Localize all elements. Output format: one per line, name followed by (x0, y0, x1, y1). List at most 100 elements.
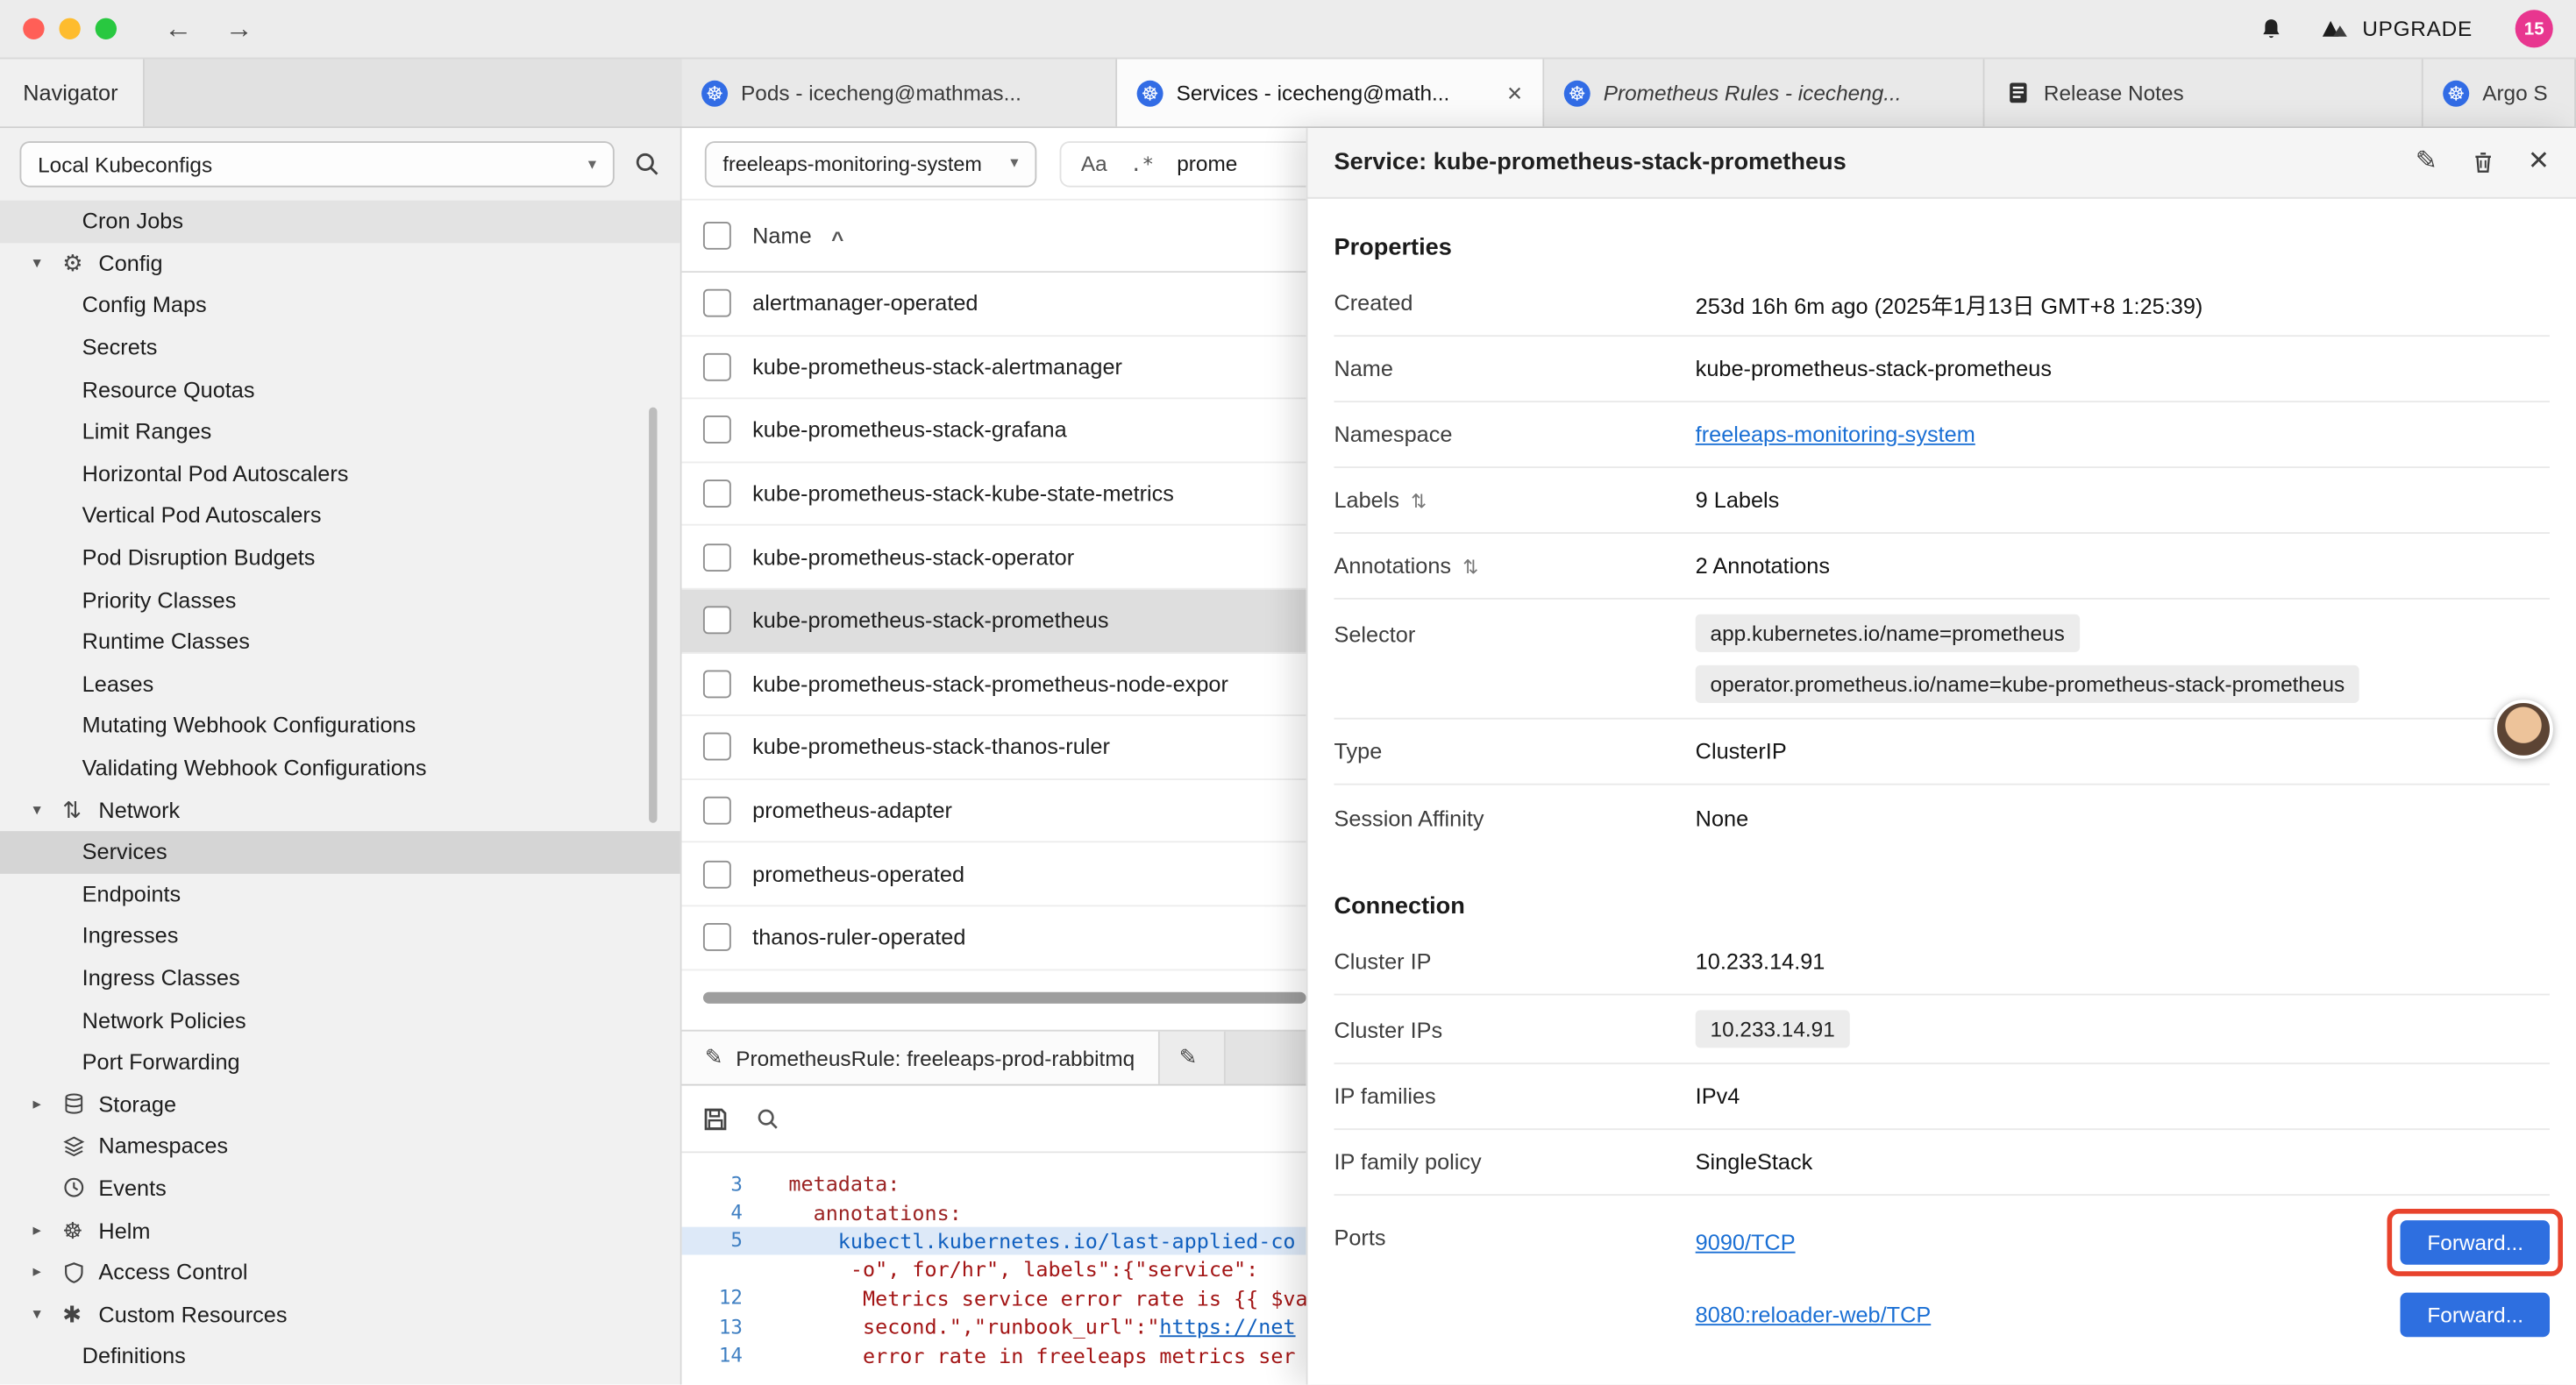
nav-item-port-forwarding[interactable]: Port Forwarding (0, 1041, 680, 1083)
tab-argo-s[interactable]: ☸Argo S (2423, 59, 2576, 126)
row-checkbox[interactable] (703, 734, 731, 762)
delete-trash-icon[interactable] (2470, 150, 2494, 176)
nav-item-config-maps[interactable]: Config Maps (0, 285, 680, 327)
nav-item-network-policies[interactable]: Network Policies (0, 999, 680, 1041)
row-checkbox[interactable] (703, 543, 731, 572)
nav-item-limit-ranges[interactable]: Limit Ranges (0, 410, 680, 452)
notification-count-badge[interactable]: 15 (2516, 10, 2553, 47)
window-zoom-button[interactable] (96, 18, 117, 39)
notifications-bell-icon[interactable] (2259, 16, 2283, 42)
code-text: Metrics service error rate is {{ $va (788, 1286, 1307, 1310)
nav-item-mutating-webhook-configurations[interactable]: Mutating Webhook Configurations (0, 705, 680, 747)
row-checkbox[interactable] (703, 607, 731, 635)
nav-item-config[interactable]: ▾⚙Config (0, 243, 680, 285)
chevron-right-icon: ▸ (32, 1263, 62, 1282)
row-checkbox[interactable] (703, 923, 731, 951)
regex-toggle[interactable]: .* (1130, 152, 1154, 174)
match-case-toggle[interactable]: Aa (1081, 151, 1107, 175)
nav-item-leases[interactable]: Leases (0, 663, 680, 705)
horizontal-scrollbar-thumb[interactable] (703, 992, 1306, 1004)
kubernetes-icon: ☸ (2443, 80, 2469, 106)
nav-item-label: Access Control (98, 1260, 247, 1284)
row-checkbox[interactable] (703, 416, 731, 444)
detail-text: ClusterIP (1696, 739, 1787, 764)
nav-item-pod-disruption-budgets[interactable]: Pod Disruption Budgets (0, 536, 680, 579)
navigator-search-button[interactable] (634, 151, 660, 177)
nav-item-runtime-classes[interactable]: Runtime Classes (0, 621, 680, 663)
nav-item-ingresses[interactable]: Ingresses (0, 915, 680, 957)
nav-item-namespaces[interactable]: Namespaces (0, 1126, 680, 1168)
chevron-right-icon: ▸ (32, 1221, 62, 1239)
port-link[interactable]: 9090/TCP (1696, 1229, 1796, 1254)
nav-item-priority-classes[interactable]: Priority Classes (0, 579, 680, 621)
nav-item-validating-webhook-configurations[interactable]: Validating Webhook Configurations (0, 747, 680, 789)
row-checkbox[interactable] (703, 670, 731, 698)
detail-row-selector: Selectorapp.kubernetes.io/name=prometheu… (1334, 600, 2550, 720)
nav-item-resource-quotas[interactable]: Resource Quotas (0, 368, 680, 410)
detail-value: 2 Annotations (1696, 553, 2550, 578)
nav-item-access-control[interactable]: ▸ Access Control (0, 1251, 680, 1293)
row-checkbox[interactable] (703, 353, 731, 381)
nav-item-helm[interactable]: ▸☸Helm (0, 1210, 680, 1252)
nav-item-events[interactable]: Events (0, 1168, 680, 1210)
save-button[interactable] (701, 1104, 729, 1133)
sort-icon[interactable]: ⇅ (1411, 488, 1427, 511)
close-tab-icon[interactable]: ✕ (1506, 82, 1523, 104)
nav-item-cron-jobs[interactable]: Cron Jobs (0, 201, 680, 243)
tab-prometheus-rules-icecheng[interactable]: ☸Prometheus Rules - icecheng... (1544, 59, 1984, 126)
forward-button[interactable]: Forward... (2401, 1219, 2550, 1264)
editor-tab-next[interactable]: ✎ (1159, 1032, 1225, 1084)
detail-text: 10.233.14.91 (1696, 949, 1825, 974)
forward-button[interactable]: Forward... (2401, 1292, 2550, 1337)
name-column-header[interactable]: Name (752, 224, 811, 248)
navigator-panel-tab[interactable]: Navigator (0, 59, 145, 126)
namespace-select-value: freeleaps-monitoring-system (722, 152, 981, 174)
back-button[interactable]: ← (164, 15, 192, 43)
nav-item-label: Cron Jobs (82, 210, 183, 234)
nav-item-vertical-pod-autoscalers[interactable]: Vertical Pod Autoscalers (0, 494, 680, 536)
window-minimize-button[interactable] (59, 18, 80, 39)
nav-item-label: Ingresses (82, 924, 179, 948)
floating-avatar[interactable] (2494, 700, 2552, 758)
nav-item-network[interactable]: ▾⇅Network (0, 789, 680, 831)
tab-release-notes[interactable]: Release Notes (1984, 59, 2423, 126)
document-icon (2004, 80, 2031, 106)
namespace-select[interactable]: freeleaps-monitoring-system ▾ (705, 140, 1036, 186)
nav-item-services[interactable]: Services (0, 831, 680, 873)
detail-label: Namespace (1334, 423, 1695, 447)
nav-item-storage[interactable]: ▸Storage (0, 1083, 680, 1126)
nav-item-endpoints[interactable]: Endpoints (0, 873, 680, 915)
sort-icon[interactable]: ⇅ (1462, 554, 1478, 577)
namespace-link[interactable]: freeleaps-monitoring-system (1696, 423, 1975, 447)
row-checkbox[interactable] (703, 479, 731, 508)
nav-item-custom-resources[interactable]: ▾✱Custom Resources (0, 1293, 680, 1335)
row-checkbox[interactable] (703, 289, 731, 317)
edit-pencil-icon[interactable]: ✎ (2416, 150, 2437, 176)
detail-value: app.kubernetes.io/name=prometheusoperato… (1696, 614, 2550, 703)
nav-item-definitions[interactable]: Definitions (0, 1335, 680, 1377)
nav-item-horizontal-pod-autoscalers[interactable]: Horizontal Pod Autoscalers (0, 452, 680, 494)
navigator-scrollbar-thumb[interactable] (649, 408, 657, 823)
detail-label: IP families (1334, 1084, 1695, 1109)
editor-tab-prometheusrule[interactable]: ✎ PrometheusRule: freeleaps-prod-rabbitm… (682, 1032, 1160, 1084)
upgrade-button[interactable]: UPGRADE (2320, 17, 2473, 41)
nav-item-label: Network Policies (82, 1008, 246, 1033)
editor-search-button[interactable] (756, 1106, 780, 1131)
window-close-button[interactable] (23, 18, 44, 39)
nav-item-ingress-classes[interactable]: Ingress Classes (0, 957, 680, 999)
nav-item-secrets[interactable]: Secrets (0, 326, 680, 368)
row-checkbox[interactable] (703, 860, 731, 888)
forward-button[interactable]: → (225, 15, 253, 43)
row-checkbox[interactable] (703, 797, 731, 825)
detail-value: 10.233.14.91 (1696, 949, 2550, 974)
port-link[interactable]: 8080:reloader-web/TCP (1696, 1302, 1932, 1326)
close-icon[interactable]: ✕ (2528, 150, 2550, 176)
tab-services-icecheng-math[interactable]: ☸Services - icecheng@math...✕ (1117, 59, 1544, 126)
sort-caret-icon[interactable]: ^ (831, 227, 843, 252)
search-query-text: prome (1177, 151, 1237, 175)
tab-pods-icecheng-mathmas[interactable]: ☸Pods - icecheng@mathmas... (682, 59, 1118, 126)
kubeconfig-select[interactable]: Local Kubeconfigs ▾ (19, 141, 614, 187)
select-all-checkbox[interactable] (703, 222, 731, 250)
nav-item-label: Ingress Classes (82, 966, 240, 991)
port-row: 8080:reloader-web/TCP Forward... (1696, 1278, 2550, 1350)
